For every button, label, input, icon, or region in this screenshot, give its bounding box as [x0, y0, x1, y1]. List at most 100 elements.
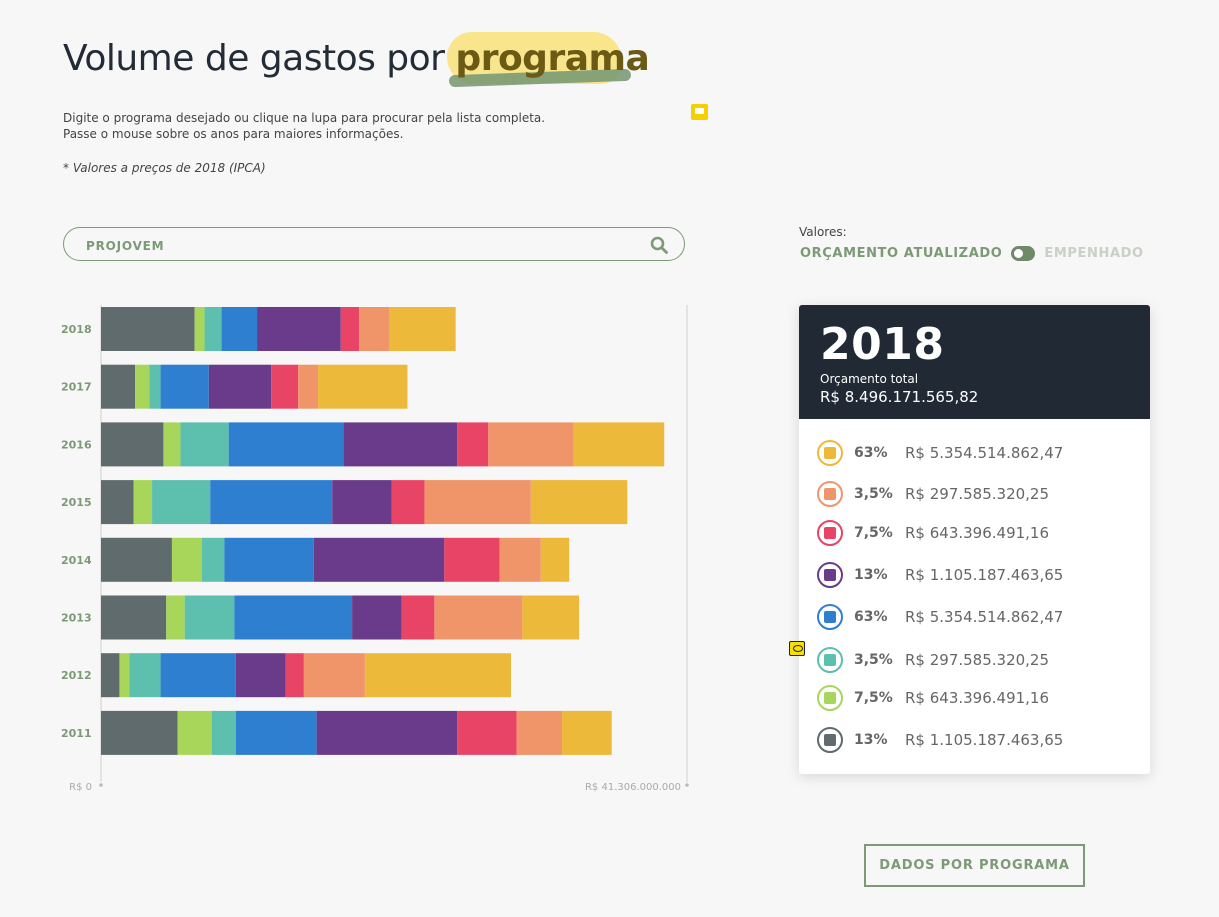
toggle-switch[interactable]	[1011, 246, 1036, 261]
bar-segment[interactable]	[313, 537, 445, 582]
bar-segment[interactable]	[352, 595, 402, 640]
bar-segment[interactable]	[171, 537, 202, 582]
legend-item[interactable]: 3,5% R$ 297.585.320,25	[817, 645, 1049, 675]
bar-segment[interactable]	[434, 595, 523, 640]
bar-segment[interactable]	[388, 307, 456, 351]
legend-item[interactable]: 7,5% R$ 643.396.491,16	[817, 683, 1049, 713]
bar-segment[interactable]	[160, 653, 236, 698]
bar-segment[interactable]	[573, 422, 665, 467]
card-header: 2018 Orçamento total R$ 8.496.171.565,82	[799, 305, 1150, 419]
item-value: R$ 1.105.187.463,65	[905, 566, 1064, 584]
bar-segment[interactable]	[160, 364, 209, 409]
legend-item[interactable]: 13% R$ 1.105.187.463,65	[817, 560, 1063, 590]
bar-segment[interactable]	[129, 653, 161, 698]
item-value: R$ 1.105.187.463,65	[905, 731, 1064, 749]
bar-segment[interactable]	[257, 307, 341, 351]
building-icon	[817, 604, 843, 630]
bar-segment[interactable]	[180, 422, 229, 467]
item-percent: 3,5%	[854, 486, 893, 502]
card-year: 2018	[820, 319, 945, 370]
bar-segment[interactable]	[208, 364, 272, 409]
bar-segment[interactable]	[166, 595, 185, 640]
bar-segment[interactable]	[285, 653, 304, 698]
bar-segment[interactable]	[424, 480, 531, 525]
bar-segment[interactable]	[271, 364, 299, 409]
option-orcamento[interactable]: ORÇAMENTO ATUALIZADO	[800, 246, 1002, 261]
bar-segment[interactable]	[211, 710, 236, 755]
year-label[interactable]: 2014	[61, 554, 92, 567]
bar-segment[interactable]	[204, 307, 222, 351]
year-label[interactable]: 2015	[61, 496, 92, 509]
chat-bubble-icon[interactable]	[789, 641, 805, 656]
bar-segment[interactable]	[488, 422, 574, 467]
bar-segment[interactable]	[235, 653, 286, 698]
bar-segment[interactable]	[391, 480, 425, 525]
bar-segment[interactable]	[101, 595, 167, 640]
bar-segment[interactable]	[522, 595, 580, 640]
item-percent: 13%	[854, 732, 888, 748]
values-toggle: ORÇAMENTO ATUALIZADO EMPENHADO	[800, 246, 1144, 261]
year-label[interactable]: 2018	[61, 323, 92, 336]
bar-segment[interactable]	[332, 480, 392, 525]
bar-segment[interactable]	[401, 595, 435, 640]
bar-segment[interactable]	[210, 480, 333, 525]
bar-segment[interactable]	[516, 710, 563, 755]
legend-item[interactable]: 7,5% R$ 643.396.491,16	[817, 518, 1049, 548]
bar-segment[interactable]	[194, 307, 205, 351]
bar-segment[interactable]	[499, 537, 541, 582]
bar-segment[interactable]	[152, 480, 211, 525]
bar-segment[interactable]	[457, 422, 489, 467]
bar-segment[interactable]	[316, 710, 458, 755]
year-label[interactable]: 2017	[61, 381, 92, 394]
axis-min-label: R$ 0	[69, 782, 92, 793]
bar-segment[interactable]	[133, 480, 153, 525]
legend-item[interactable]: 63% R$ 5.354.514.862,47	[817, 438, 1063, 468]
bar-segment[interactable]	[149, 364, 161, 409]
bar-segment[interactable]	[234, 595, 353, 640]
bar-segment[interactable]	[224, 537, 314, 582]
bar-segment[interactable]	[444, 537, 500, 582]
bar-segment[interactable]	[135, 364, 150, 409]
year-label[interactable]: 2016	[61, 438, 92, 451]
bar-segment[interactable]	[228, 422, 344, 467]
bar-segment[interactable]	[101, 710, 178, 755]
bar-segment[interactable]	[540, 537, 570, 582]
bar-segment[interactable]	[340, 307, 360, 351]
bar-segment[interactable]	[235, 710, 317, 755]
year-label[interactable]: 2011	[61, 727, 92, 740]
item-value: R$ 643.396.491,16	[905, 689, 1050, 707]
bar-segment[interactable]	[101, 480, 134, 525]
item-percent: 13%	[854, 567, 888, 583]
program-data-button[interactable]: DADOS POR PROGRAMA	[864, 844, 1085, 887]
bar-segment[interactable]	[364, 653, 511, 698]
bar-segment[interactable]	[177, 710, 212, 755]
option-empenhado[interactable]: EMPENHADO	[1044, 246, 1143, 261]
bar-segment[interactable]	[359, 307, 389, 351]
bar-segment[interactable]	[101, 422, 164, 467]
bar-segment[interactable]	[101, 653, 120, 698]
legend-item[interactable]: 3,5% R$ 297.585.320,25	[817, 479, 1049, 509]
bar-segment[interactable]	[163, 422, 181, 467]
bar-segment[interactable]	[298, 364, 319, 409]
year-label[interactable]: 2013	[61, 612, 92, 625]
bar-segment[interactable]	[343, 422, 458, 467]
bar-segment[interactable]	[119, 653, 130, 698]
bar-segment[interactable]	[101, 307, 195, 351]
bar-segment[interactable]	[318, 364, 408, 409]
bar-segment[interactable]	[457, 710, 517, 755]
bar-segment[interactable]	[184, 595, 235, 640]
bar-segment[interactable]	[101, 364, 136, 409]
bar-segment[interactable]	[530, 480, 628, 525]
axis-min-dot	[99, 783, 103, 787]
legend-item[interactable]: 63% R$ 5.354.514.862,47	[817, 602, 1063, 632]
bar-segment[interactable]	[101, 537, 172, 582]
legend-item[interactable]: 13% R$ 1.105.187.463,65	[817, 725, 1063, 755]
stacked-bar-chart: 2018 2017 2016 2015 2014 2013 2012 2011 R$ 0 R$ 4…	[61, 305, 689, 793]
year-label[interactable]: 2012	[61, 669, 92, 682]
bar-segment[interactable]	[562, 710, 612, 755]
year-summary-card: 2018 Orçamento total R$ 8.496.171.565,82…	[799, 305, 1150, 774]
item-percent: 7,5%	[854, 690, 893, 706]
bar-segment[interactable]	[201, 537, 225, 582]
bar-segment[interactable]	[303, 653, 365, 698]
bar-segment[interactable]	[221, 307, 258, 351]
